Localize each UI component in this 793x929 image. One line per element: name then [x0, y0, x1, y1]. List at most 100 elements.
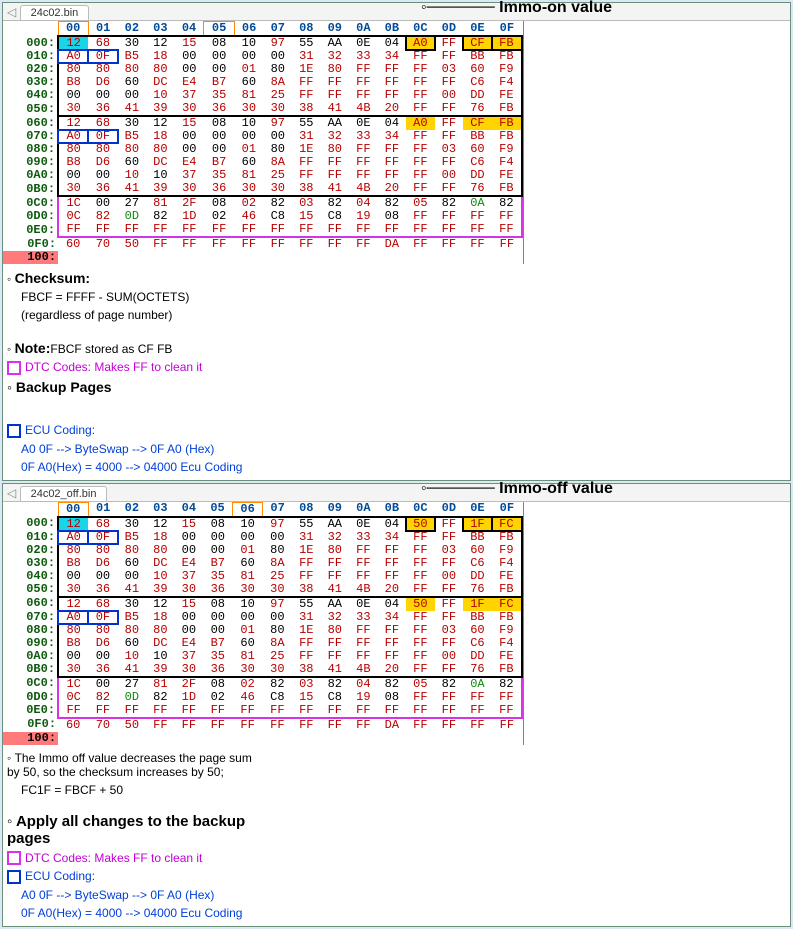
hex-byte[interactable]: 30: [264, 102, 293, 116]
hex-byte[interactable]: FF: [378, 570, 407, 583]
hex-byte[interactable]: 0E: [349, 116, 378, 130]
hex-byte[interactable]: FF: [88, 223, 117, 237]
hex-byte[interactable]: B8: [58, 637, 88, 650]
hex-byte[interactable]: FF: [378, 624, 407, 637]
hex-byte[interactable]: D6: [88, 557, 117, 570]
hex-byte[interactable]: 39: [146, 583, 175, 597]
hex-byte[interactable]: FF: [292, 223, 321, 237]
hex-byte[interactable]: FF: [378, 637, 407, 650]
hex-byte[interactable]: 30: [58, 583, 88, 597]
hex-byte[interactable]: AA: [321, 36, 350, 50]
hex-byte[interactable]: BB: [463, 531, 492, 544]
hex-byte[interactable]: FF: [88, 704, 117, 718]
hex-byte[interactable]: FF: [463, 237, 492, 251]
hex-byte[interactable]: A0: [58, 611, 88, 624]
hex-byte[interactable]: 82: [321, 677, 350, 691]
hex-byte[interactable]: 12: [58, 517, 88, 531]
hex-byte[interactable]: FF: [349, 557, 378, 570]
hex-byte[interactable]: FF: [349, 718, 378, 732]
hex-byte[interactable]: 01: [233, 624, 263, 637]
hex-byte[interactable]: 76: [463, 102, 492, 116]
hex-byte[interactable]: 41: [118, 583, 147, 597]
hex-byte[interactable]: 37: [175, 570, 204, 583]
hex-byte[interactable]: FF: [118, 223, 147, 237]
hex-byte[interactable]: 32: [321, 611, 350, 624]
hex-byte[interactable]: 31: [292, 611, 321, 624]
hex-byte[interactable]: 76: [463, 583, 492, 597]
hex-byte[interactable]: FF: [435, 223, 464, 237]
hex-byte[interactable]: 36: [88, 102, 117, 116]
hex-byte[interactable]: 00: [88, 196, 117, 210]
hex-byte[interactable]: 12: [58, 36, 88, 50]
hex-byte[interactable]: FF: [406, 583, 435, 597]
hex-byte[interactable]: 08: [203, 597, 232, 611]
hex-byte[interactable]: 1E: [292, 544, 321, 557]
hex-byte[interactable]: 10: [118, 650, 147, 663]
hex-byte[interactable]: 30: [58, 182, 88, 196]
hex-byte[interactable]: 00: [175, 544, 204, 557]
hex-byte[interactable]: FF: [406, 624, 435, 637]
hex-byte[interactable]: 30: [175, 102, 204, 116]
hex-byte[interactable]: FF: [435, 517, 464, 531]
hex-byte[interactable]: 00: [203, 544, 232, 557]
hex-byte[interactable]: 33: [349, 611, 378, 624]
hex-byte[interactable]: FF: [435, 691, 464, 704]
hex-byte[interactable]: 4B: [349, 583, 378, 597]
hex-byte[interactable]: FF: [321, 650, 350, 663]
hex-byte[interactable]: B5: [118, 611, 147, 624]
hex-byte[interactable]: 03: [292, 677, 321, 691]
hex-byte[interactable]: FF: [492, 223, 522, 237]
hex-byte[interactable]: FF: [146, 718, 175, 732]
hex-byte[interactable]: 81: [146, 196, 175, 210]
hex-byte[interactable]: CF: [463, 116, 492, 130]
hex-byte[interactable]: 82: [88, 691, 117, 704]
hex-byte[interactable]: FE: [492, 650, 522, 663]
hex-byte[interactable]: 35: [203, 650, 232, 663]
hex-grid-top[interactable]: 000102030405060708090A0B0C0D0E0F000:1268…: [3, 21, 524, 264]
hex-byte[interactable]: FF: [406, 182, 435, 196]
hex-byte[interactable]: 36: [88, 182, 117, 196]
hex-byte[interactable]: 08: [204, 116, 234, 130]
hex-byte[interactable]: 04: [378, 116, 407, 130]
hex-byte[interactable]: 97: [263, 517, 292, 531]
hex-byte[interactable]: FF: [321, 557, 350, 570]
hex-byte[interactable]: 8A: [263, 637, 292, 650]
hex-byte[interactable]: 60: [463, 544, 492, 557]
hex-byte[interactable]: 05: [406, 196, 435, 210]
hex-byte[interactable]: FF: [203, 718, 232, 732]
hex-byte[interactable]: FF: [146, 704, 175, 718]
hex-byte[interactable]: 20: [378, 182, 407, 196]
hex-byte[interactable]: 55: [292, 116, 321, 130]
hex-byte[interactable]: 15: [175, 36, 204, 50]
hex-byte[interactable]: 70: [88, 237, 117, 251]
hex-byte[interactable]: 10: [233, 517, 263, 531]
hex-byte[interactable]: 12: [146, 597, 175, 611]
hex-byte[interactable]: FF: [406, 544, 435, 557]
hex-byte[interactable]: FF: [263, 718, 292, 732]
hex-byte[interactable]: 82: [264, 196, 293, 210]
hex-byte[interactable]: 30: [118, 597, 147, 611]
hex-byte[interactable]: 30: [118, 116, 147, 130]
hex-byte[interactable]: 36: [203, 583, 232, 597]
hex-byte[interactable]: D6: [88, 637, 117, 650]
hex-byte[interactable]: FF: [492, 237, 522, 251]
hex-byte[interactable]: CF: [463, 36, 492, 50]
hex-byte[interactable]: 19: [349, 691, 378, 704]
hex-byte[interactable]: 27: [118, 677, 147, 691]
hex-byte[interactable]: FF: [321, 237, 350, 251]
hex-byte[interactable]: 80: [321, 544, 350, 557]
hex-byte[interactable]: FF: [349, 570, 378, 583]
hex-byte[interactable]: 80: [88, 624, 117, 637]
hex-byte[interactable]: FF: [175, 718, 204, 732]
hex-byte[interactable]: 82: [492, 196, 522, 210]
hex-byte[interactable]: FF: [406, 223, 435, 237]
hex-byte[interactable]: FF: [349, 637, 378, 650]
hex-byte[interactable]: 41: [321, 182, 350, 196]
hex-byte[interactable]: E4: [175, 637, 204, 650]
hex-byte[interactable]: 4B: [349, 182, 378, 196]
hex-byte[interactable]: 30: [233, 663, 263, 677]
hex-byte[interactable]: 80: [118, 624, 147, 637]
hex-byte[interactable]: 08: [203, 517, 232, 531]
hex-byte[interactable]: 25: [263, 650, 292, 663]
hex-byte[interactable]: FF: [435, 531, 464, 544]
